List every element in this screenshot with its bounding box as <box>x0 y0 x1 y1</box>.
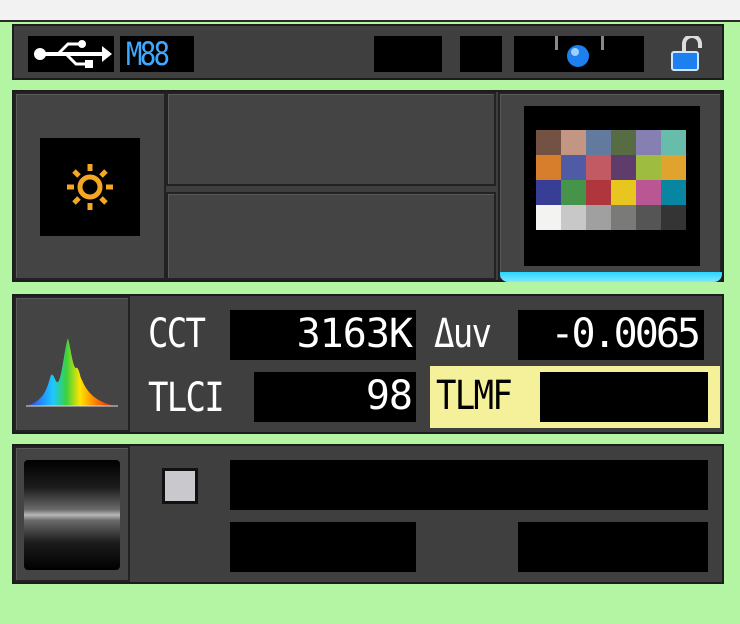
top-bar <box>0 0 740 22</box>
tlmf-field[interactable]: TLMF <box>430 366 720 428</box>
color-swatch <box>561 205 586 230</box>
color-swatch <box>611 180 636 205</box>
color-swatch <box>636 180 661 205</box>
info-field-upper <box>166 92 496 186</box>
usb-status <box>28 36 114 72</box>
color-swatch <box>536 130 561 155</box>
color-swatch <box>661 130 686 155</box>
color-swatch <box>636 155 661 180</box>
color-swatch <box>586 130 611 155</box>
duv-value-box: -0.0065 <box>518 310 704 360</box>
cct-value-box: 3163K <box>230 310 416 360</box>
bottom-field-right <box>518 522 708 572</box>
color-chart-frame <box>524 106 700 266</box>
color-swatch <box>586 205 611 230</box>
cct-label: CCT <box>148 311 206 357</box>
tlmf-value-box <box>540 372 708 422</box>
spectrum-icon <box>26 338 118 407</box>
slider-indicator-icon <box>555 36 604 67</box>
color-chart-cell[interactable] <box>498 92 722 280</box>
tlmf-label: TLMF <box>436 373 513 419</box>
option-checkbox[interactable] <box>162 468 198 504</box>
header-panel: M88 <box>12 24 724 80</box>
measurement-panel: CCT 3163K Δuv -0.0065 TLCI 98 TLMF <box>12 294 724 434</box>
cct-value: 3163K <box>296 311 413 357</box>
color-swatch <box>561 180 586 205</box>
color-swatch <box>611 205 636 230</box>
mode-badge[interactable]: M88 <box>120 35 194 73</box>
duv-value: -0.0065 <box>550 311 701 357</box>
tlci-value-box: 98 <box>254 372 416 422</box>
color-checker-icon <box>536 130 686 230</box>
color-swatch <box>536 180 561 205</box>
bottom-field-main <box>230 460 708 510</box>
light-source-cell[interactable] <box>14 92 166 280</box>
tlci-value: 98 <box>365 373 413 419</box>
bottom-panel <box>12 444 724 584</box>
color-swatch <box>561 130 586 155</box>
color-swatch <box>611 130 636 155</box>
status-field-2 <box>460 36 502 72</box>
color-swatch <box>661 180 686 205</box>
color-swatch <box>661 205 686 230</box>
cylinder-button[interactable] <box>14 446 130 582</box>
color-swatch <box>636 205 661 230</box>
color-swatch <box>561 155 586 180</box>
color-swatch <box>536 205 561 230</box>
spectrum-button[interactable] <box>14 296 130 432</box>
lock-open-icon <box>671 34 702 71</box>
mode-badge-label: M88 <box>126 35 170 73</box>
color-swatch <box>611 155 636 180</box>
selection-highlight <box>500 272 722 282</box>
color-swatch <box>586 155 611 180</box>
status-field-1 <box>374 36 442 72</box>
light-source-button[interactable] <box>40 138 140 236</box>
lock-button[interactable] <box>666 34 706 72</box>
color-swatch <box>636 130 661 155</box>
tlci-label: TLCI <box>148 375 225 421</box>
usb-icon <box>34 40 112 68</box>
slider-indicator <box>514 36 644 72</box>
color-swatch <box>536 155 561 180</box>
source-panel <box>12 90 724 282</box>
cylinder-icon <box>24 460 120 570</box>
duv-label: Δuv <box>434 311 492 357</box>
sun-icon <box>67 164 113 210</box>
info-field-lower <box>166 192 496 280</box>
bottom-field-left <box>230 522 416 572</box>
color-swatch <box>586 180 611 205</box>
color-swatch <box>661 155 686 180</box>
